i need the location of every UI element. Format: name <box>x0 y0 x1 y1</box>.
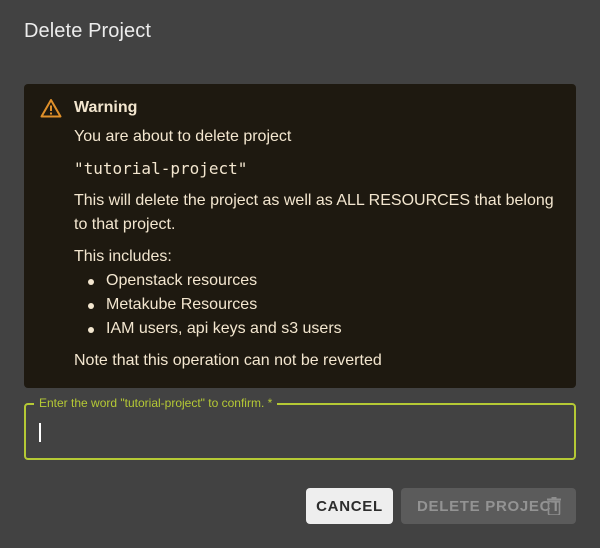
confirm-field-label: Enter the word "tutorial-project" to con… <box>34 396 278 410</box>
text-caret <box>39 423 41 442</box>
included-resources-list: Openstack resources Metakube Resources I… <box>74 269 342 341</box>
dialog-title: Delete Project <box>24 20 152 42</box>
warning-triangle-icon <box>40 99 62 118</box>
warning-heading: Warning <box>74 99 138 116</box>
list-item: Metakube Resources <box>74 293 342 317</box>
list-item: Openstack resources <box>74 269 342 293</box>
delete-project-label: DELETE PROJECT <box>417 497 561 515</box>
irreversible-note: Note that this operation can not be reve… <box>74 352 382 369</box>
cancel-button[interactable]: CANCEL <box>306 488 393 524</box>
list-item: IAM users, api keys and s3 users <box>74 317 342 341</box>
warning-panel: Warning You are about to delete project … <box>24 84 576 388</box>
confirm-field[interactable]: Enter the word "tutorial-project" to con… <box>24 396 576 460</box>
warning-description-line-2: to that project. <box>74 216 176 233</box>
confirm-input[interactable] <box>38 419 558 443</box>
delete-project-dialog: Delete Project Warning You are about to … <box>0 0 600 548</box>
warning-description-line-1: This will delete the project as well as … <box>74 192 554 209</box>
includes-label: This includes: <box>74 248 172 265</box>
trash-icon <box>547 497 561 515</box>
warning-intro: You are about to delete project <box>74 128 292 145</box>
project-name: "tutorial-project" <box>74 159 248 178</box>
delete-project-button[interactable]: DELETE PROJECT <box>401 488 576 524</box>
